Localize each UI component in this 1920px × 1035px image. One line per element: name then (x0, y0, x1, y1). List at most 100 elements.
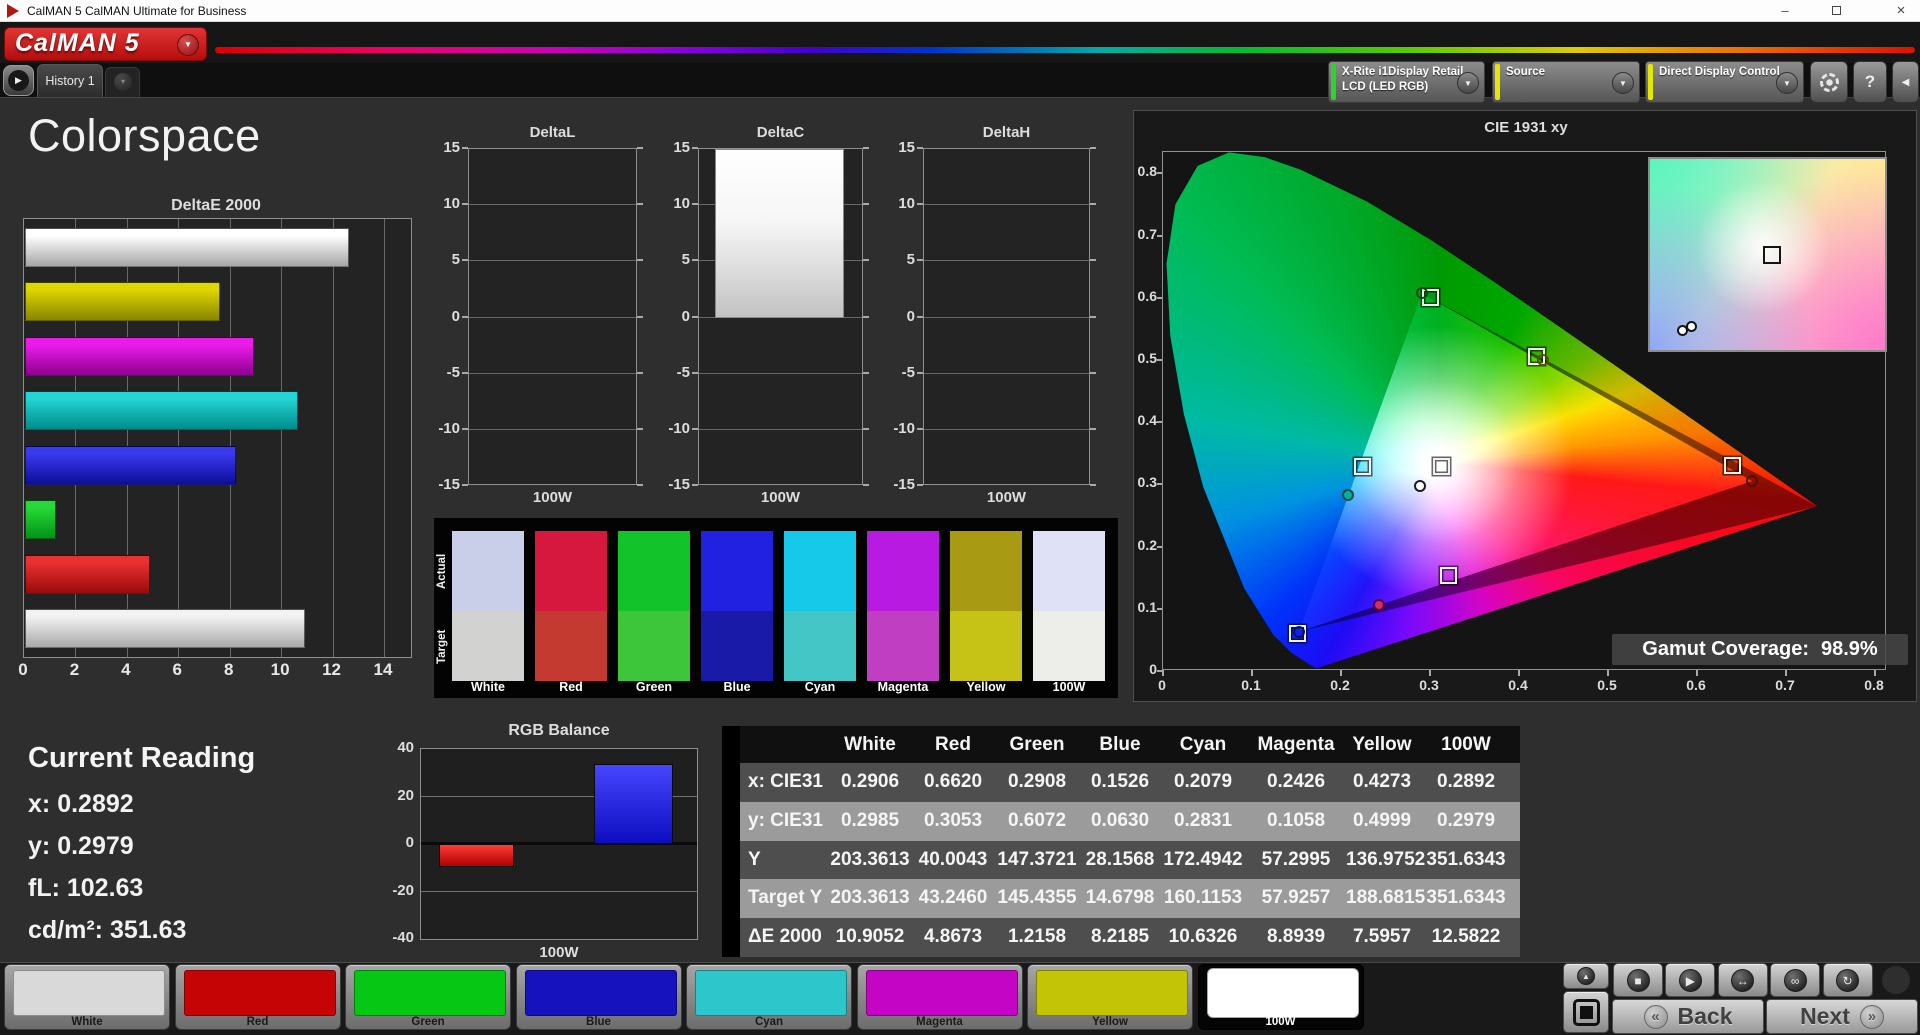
cie-xtick: 0.4 (1508, 677, 1528, 693)
table-cell: 0.1526 (1090, 771, 1150, 792)
pattern-button-100w[interactable]: 100W (1197, 964, 1364, 1030)
refresh-button[interactable]: ↻ (1822, 963, 1873, 997)
scroll-up-button[interactable]: ▲ (1563, 963, 1609, 989)
delta-gridline (924, 372, 1089, 374)
gamut-coverage-value: 98.9% (1821, 638, 1878, 660)
swatch-target-cyan (784, 611, 856, 681)
tick-mark (863, 259, 869, 262)
rainbow-gradient-bar (215, 47, 1915, 53)
table-cell: 147.3721 (997, 848, 1077, 870)
delta-ytick: 0 (451, 307, 460, 325)
tick-mark (1157, 607, 1162, 610)
deltae-gridline (383, 219, 385, 657)
table-cell: 10.9052 (835, 926, 905, 948)
settings-button[interactable] (1810, 61, 1848, 103)
play-button[interactable]: ▶ (1665, 963, 1716, 997)
pattern-window-button[interactable] (1563, 991, 1609, 1033)
deltae-bar-cyan (25, 391, 299, 431)
swatch-target-white (452, 611, 524, 681)
delta-gridline (469, 316, 636, 318)
reading-y-label: y: (28, 832, 51, 860)
reading-x-value: 0.2892 (57, 790, 134, 818)
reading-y: y: 0.2979 (28, 832, 134, 861)
pattern-label-magenta: Magenta (916, 1016, 963, 1028)
table-cell: 0.2079 (1173, 771, 1233, 792)
table-row-label: Y (748, 848, 761, 870)
tick-mark (863, 147, 869, 149)
table-col-header-white: White (844, 734, 896, 755)
source-dropdown[interactable]: Source ▼ (1492, 61, 1640, 103)
tab-history-1[interactable]: History 1 (37, 64, 103, 97)
pattern-button-white[interactable]: White (4, 964, 170, 1030)
pattern-button-cyan[interactable]: Cyan (686, 964, 852, 1030)
tick-mark (1157, 359, 1162, 361)
actual-row-label: Actual (436, 553, 448, 589)
delta-gridline (924, 316, 1089, 318)
cie-ytick: 0.2 (1137, 536, 1157, 553)
table-cell: 0.4999 (1352, 809, 1412, 831)
display-control-status-stripe (1648, 64, 1653, 100)
rgb-gridline (421, 890, 697, 892)
table-cell: 0.2908 (1007, 771, 1067, 792)
table-cell: 14.6798 (1085, 887, 1155, 909)
deltae-x-axis: 0 2 4 6 8 10 12 14 (0, 660, 450, 680)
pattern-button-yellow[interactable]: Yellow (1027, 964, 1193, 1030)
pattern-button-red[interactable]: Red (174, 964, 341, 1030)
cie-target-magenta (1440, 566, 1458, 584)
help-button[interactable]: ? (1853, 61, 1887, 103)
close-button[interactable]: × (1884, 0, 1918, 22)
reading-cdm2: cd/m²: 351.63 (28, 916, 186, 945)
delta-chart-plot-deltah (923, 148, 1090, 485)
cie-measured-blue (1292, 625, 1305, 638)
cie-xtick: 0.6 (1686, 677, 1706, 693)
tick-mark (1157, 545, 1162, 548)
reading-x-label: x: (28, 790, 51, 818)
display-control-dropdown[interactable]: Direct Display Control ▼ (1645, 61, 1804, 103)
step-button[interactable]: ↔ (1717, 963, 1768, 997)
swatch-target-100w (1033, 611, 1105, 681)
deltae-gridline (332, 219, 334, 657)
loop-button[interactable]: ∞ (1770, 963, 1821, 997)
swatch-actual-yellow (950, 531, 1022, 611)
pattern-button-magenta[interactable]: Magenta (856, 964, 1023, 1030)
tick-mark (462, 147, 468, 149)
calman-logo-menu[interactable]: CalMAN 5 ▼ (4, 27, 207, 61)
rgb-ytick: 20 (397, 786, 414, 804)
swatch-label-blue: Blue (723, 680, 751, 694)
rgb-bar-red (439, 844, 514, 868)
play-icon: ▶ (8, 70, 29, 91)
tick-mark (917, 203, 923, 206)
tick-mark (917, 147, 923, 149)
stop-button[interactable]: ■ (1613, 963, 1663, 997)
pattern-swatch-cyan (695, 970, 847, 1016)
deltae-xtick: 10 (270, 660, 290, 679)
table-cell: 40.0043 (918, 848, 988, 870)
add-tab-button[interactable]: ▾ (105, 67, 140, 97)
collapse-button[interactable]: ◀ (1892, 61, 1919, 103)
restore-button[interactable] (1820, 0, 1854, 22)
tick-mark (637, 427, 643, 430)
cie-xtick: 0 (1158, 677, 1166, 693)
page-title: Colorspace (28, 110, 261, 161)
table-cell: 0.2426 (1266, 771, 1326, 792)
pattern-button-green[interactable]: Green (345, 964, 511, 1030)
pattern-button-blue[interactable]: Blue (515, 964, 682, 1030)
reading-cdm2-label: cd/m²: (28, 916, 103, 944)
table-col-header-cyan: Cyan (1179, 734, 1227, 755)
meter-dropdown[interactable]: X-Rite i1Display Retail LCD (LED RGB) ▼ (1328, 61, 1485, 103)
pattern-swatch-100w (1206, 968, 1359, 1018)
pattern-label-white: White (71, 1016, 103, 1028)
minimize-button[interactable]: – (1768, 0, 1802, 22)
tab-scroll-button[interactable]: ▶ (3, 65, 34, 96)
tick-mark (1696, 670, 1698, 676)
delta-chart-xlabel: 100W (760, 489, 801, 506)
tick-mark (917, 259, 923, 262)
delta-gridline (469, 204, 636, 206)
next-button[interactable]: Next » (1766, 999, 1918, 1034)
delta-gridline (699, 428, 862, 430)
pattern-swatch-red (183, 970, 336, 1016)
deltae-xtick: 2 (69, 660, 80, 679)
tick-mark (692, 203, 698, 206)
back-button[interactable]: « Back (1612, 999, 1764, 1034)
actual-target-swatch-panel: Actual Target White Red Green Blue Cyan Magen… (434, 518, 1118, 698)
